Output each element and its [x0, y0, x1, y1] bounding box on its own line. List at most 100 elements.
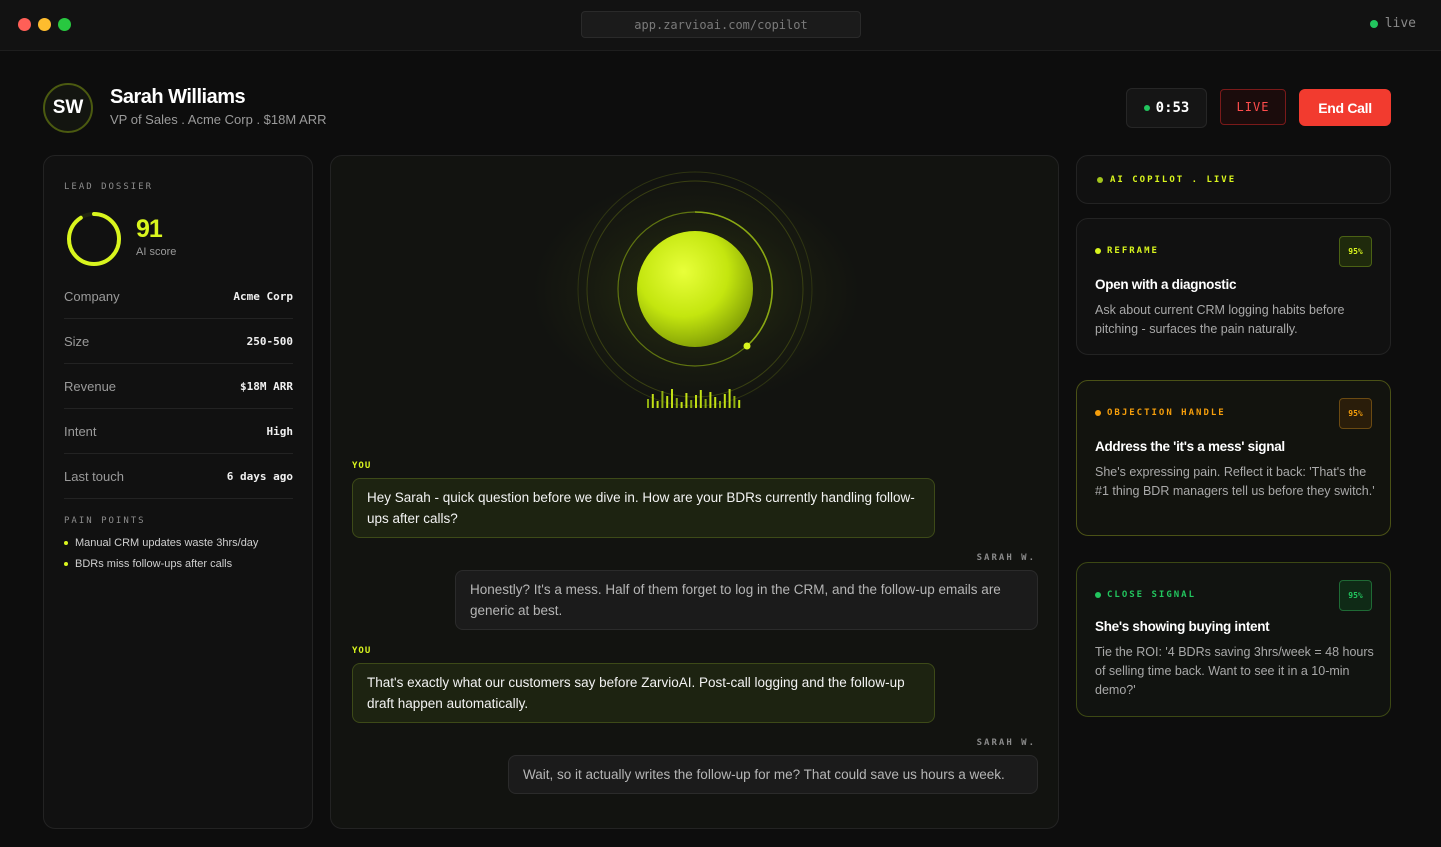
- dossier-fields: Company Acme Corp Size 250-500 Revenue $…: [64, 274, 293, 499]
- suggestion-tag-label: OBJECTION HANDLE: [1107, 408, 1226, 418]
- voice-visualizer: [331, 156, 1058, 426]
- pain-points-title: PAIN POINTS: [64, 516, 146, 526]
- field-label: Company: [64, 288, 120, 304]
- suggestion-body: Tie the ROI: '4 BDRs saving 3hrs/week = …: [1095, 645, 1374, 697]
- waveform-bar: [723, 394, 726, 408]
- dossier-title: LEAD DOSSIER: [64, 182, 154, 192]
- waveform-bar: [719, 401, 721, 408]
- waveform-bar: [666, 396, 669, 408]
- app-window: app.zarvioai.com/copilot live SW Sarah W…: [0, 0, 1441, 847]
- speaker-label: YOU: [352, 646, 372, 656]
- voice-orb: [577, 171, 813, 408]
- waveform-bar: [651, 394, 654, 408]
- suggestion-tag: OBJECTION HANDLE: [1095, 408, 1226, 418]
- minimize-window-button[interactable]: [38, 18, 51, 31]
- waveform-bar: [728, 389, 731, 408]
- waveform-bar: [709, 392, 712, 408]
- tag-dot-icon: [1095, 410, 1101, 416]
- dossier-row-last-touch: Last touch 6 days ago: [64, 454, 293, 499]
- waveform-bar: [675, 398, 678, 408]
- pain-point-text: Manual CRM updates waste 3hrs/day: [75, 537, 259, 549]
- suggestion-body: Ask about current CRM logging habits bef…: [1095, 303, 1345, 336]
- ai-score-label: AI score: [136, 246, 177, 258]
- copilot-status-label: AI COPILOT . LIVE: [1110, 175, 1237, 185]
- confidence-badge: 95%: [1339, 398, 1372, 429]
- pain-points-list: Manual CRM updates waste 3hrs/day BDRs m…: [64, 537, 258, 579]
- field-value: Acme Corp: [233, 289, 293, 303]
- suggestion-tag-label: CLOSE SIGNAL: [1107, 590, 1197, 600]
- recording-icon: [1143, 105, 1150, 111]
- connection-status-label: live: [1384, 16, 1416, 31]
- suggestion-card-close[interactable]: CLOSE SIGNAL 95% She's showing buying in…: [1076, 562, 1391, 717]
- field-label: Size: [64, 333, 90, 349]
- waveform-bar: [738, 400, 741, 408]
- message-bubble-sarah: Honestly? It's a mess. Half of them forg…: [455, 570, 1038, 630]
- bullet-icon: [64, 562, 68, 566]
- live-status-icon: [1097, 177, 1103, 183]
- waveform-bar: [680, 402, 683, 408]
- suggestion-body: She's expressing pain. Reflect it back: …: [1095, 465, 1375, 498]
- title-bar: app.zarvioai.com/copilot live: [0, 0, 1441, 51]
- avatar: SW: [43, 83, 93, 133]
- connection-status: live: [1369, 16, 1416, 31]
- waveform-bar: [714, 397, 717, 408]
- speaker-label: YOU: [352, 461, 372, 471]
- field-value: $18M ARR: [240, 379, 293, 393]
- end-call-button[interactable]: End Call: [1299, 89, 1391, 126]
- dossier-row-company: Company Acme Corp: [64, 274, 293, 319]
- suggestion-tag: CLOSE SIGNAL: [1095, 590, 1196, 600]
- dossier-row-revenue: Revenue $18M ARR: [64, 364, 293, 409]
- suggestion-card-reframe[interactable]: REFRAME 95% Open with a diagnostic Ask a…: [1076, 218, 1391, 355]
- call-timer: 0:53: [1126, 88, 1207, 128]
- confidence-badge: 95%: [1339, 236, 1372, 267]
- speaker-label: SARAH W.: [976, 738, 1036, 748]
- field-value: High: [266, 424, 294, 438]
- ai-score-value: 91: [136, 215, 163, 243]
- suggestion-title: Open with a diagnostic: [1095, 277, 1237, 292]
- waveform-bar: [695, 395, 697, 408]
- suggestion-title: Address the 'it's a mess' signal: [1095, 439, 1285, 454]
- dossier-row-intent: Intent High: [64, 409, 293, 454]
- suggestion-tag: REFRAME: [1095, 246, 1159, 256]
- maximize-window-button[interactable]: [58, 18, 71, 31]
- lead-name: Sarah Williams: [110, 86, 246, 108]
- pain-point-text: BDRs miss follow-ups after calls: [75, 558, 233, 570]
- bullet-icon: [64, 541, 68, 545]
- score-ring: [67, 212, 121, 266]
- message-bubble-you: That's exactly what our customers say be…: [352, 663, 935, 723]
- waveform-bar: [733, 396, 736, 408]
- waveform-bar: [685, 393, 688, 408]
- waveform-bar: [647, 399, 649, 408]
- field-value: 250-500: [246, 334, 293, 348]
- waveform-bar: [671, 389, 673, 408]
- close-window-button[interactable]: [18, 18, 31, 31]
- list-item: BDRs miss follow-ups after calls: [64, 558, 258, 570]
- message-bubble-sarah: Wait, so it actually writes the follow-u…: [508, 755, 1038, 794]
- waveform-bar: [704, 399, 707, 408]
- field-label: Intent: [64, 423, 97, 439]
- suggestion-title: She's showing buying intent: [1095, 619, 1270, 634]
- live-badge[interactable]: LIVE: [1220, 89, 1286, 125]
- conversation-panel: YOU Hey Sarah - quick question before we…: [330, 155, 1059, 829]
- field-label: Last touch: [64, 468, 124, 484]
- copilot-status: AI COPILOT . LIVE: [1097, 175, 1236, 185]
- suggestion-card-objection[interactable]: OBJECTION HANDLE 95% Address the 'it's a…: [1076, 380, 1391, 536]
- field-value: 6 days ago: [226, 469, 293, 483]
- lead-dossier-panel: LEAD DOSSIER 91 AI score Company Acme Co…: [43, 155, 313, 829]
- confidence-badge: 95%: [1339, 580, 1372, 611]
- message-bubble-you: Hey Sarah - quick question before we div…: [352, 478, 935, 538]
- waveform-bar: [690, 400, 693, 408]
- url-bar[interactable]: app.zarvioai.com/copilot: [581, 11, 861, 38]
- suggestion-tag-label: REFRAME: [1107, 246, 1159, 256]
- waveform-bar: [699, 390, 702, 408]
- tag-dot-icon: [1095, 592, 1101, 598]
- field-label: Revenue: [64, 378, 117, 394]
- list-item: Manual CRM updates waste 3hrs/day: [64, 537, 258, 549]
- score-ring-fill: [67, 212, 121, 266]
- waveform-bar: [661, 391, 664, 408]
- call-timer-value: 0:53: [1155, 100, 1190, 116]
- live-status-icon: [1369, 19, 1378, 28]
- tag-dot-icon: [1095, 248, 1101, 254]
- dossier-row-size: Size 250-500: [64, 319, 293, 364]
- waveform-bar: [656, 401, 659, 408]
